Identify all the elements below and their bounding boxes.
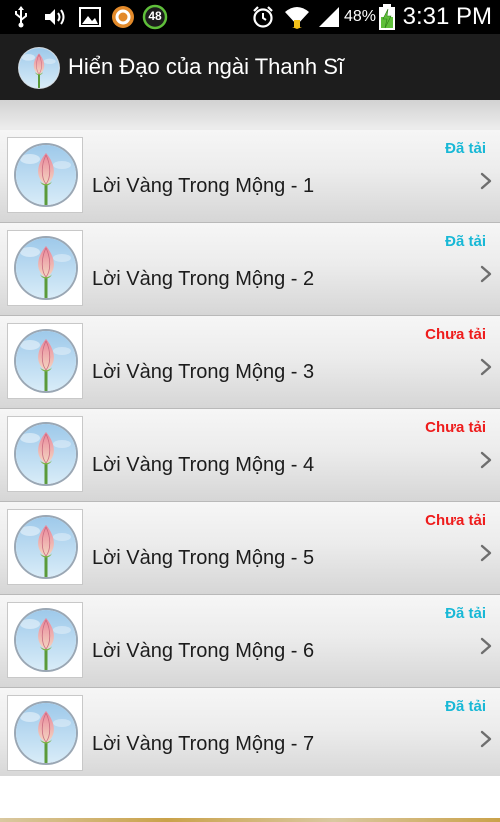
bottom-empty-area [0, 776, 500, 822]
chevron-right-icon [479, 265, 493, 283]
list-item[interactable]: Lời Vàng Trong Mộng - 2 Đã tải [0, 223, 500, 316]
download-status-badge: Đã tải [445, 605, 486, 622]
download-status-badge: Đã tải [445, 698, 486, 715]
list-item[interactable]: Lời Vàng Trong Mộng - 4 Chưa tải [0, 409, 500, 502]
chevron-right-icon [479, 544, 493, 562]
signal-icon [316, 5, 342, 29]
clock-time: 3:31 PM [402, 3, 492, 30]
lotus-icon[interactable] [19, 48, 59, 88]
image-icon [78, 5, 102, 29]
episode-list[interactable]: Lời Vàng Trong Mộng - 1 Đã tải Lời Vàng … [0, 100, 500, 781]
lotus-icon [16, 703, 76, 763]
download-status-badge: Chưa tải [425, 512, 486, 529]
item-title: Lời Vàng Trong Mộng - 7 [92, 733, 315, 755]
item-thumbnail [7, 416, 83, 492]
item-title: Lời Vàng Trong Mộng - 5 [92, 547, 315, 569]
bottom-banner-edge [0, 818, 500, 822]
item-thumbnail [7, 323, 83, 399]
lotus-icon [16, 424, 76, 484]
status-bar: 48 48% 3:31 PM [0, 0, 500, 34]
list-item[interactable]: Lời Vàng Trong Mộng - 7 Đã tải [0, 688, 500, 781]
item-title: Lời Vàng Trong Mộng - 3 [92, 361, 315, 383]
list-item[interactable]: Lời Vàng Trong Mộng - 1 Đã tải [0, 130, 500, 223]
lotus-icon [16, 517, 76, 577]
badge-48-icon: 48 [142, 4, 168, 30]
wifi-icon [282, 5, 312, 29]
download-status-badge: Đã tải [445, 233, 486, 250]
list-item[interactable]: Lời Vàng Trong Mộng - 6 Đã tải [0, 595, 500, 688]
lotus-icon [16, 610, 76, 670]
volume-icon [42, 5, 68, 29]
item-thumbnail [7, 509, 83, 585]
battery-charging-icon [377, 4, 397, 30]
chevron-right-icon [479, 730, 493, 748]
chevron-right-icon [479, 637, 493, 655]
chevron-right-icon [479, 451, 493, 469]
battery-percent: 48% [344, 8, 377, 25]
item-thumbnail [7, 602, 83, 678]
lotus-icon [16, 145, 76, 205]
chevron-right-icon [479, 358, 493, 376]
lotus-icon [16, 331, 76, 391]
usb-icon [12, 5, 30, 29]
item-thumbnail [7, 230, 83, 306]
app-title: Hiển Đạo của ngài Thanh Sĩ [68, 54, 344, 79]
list-item[interactable]: Lời Vàng Trong Mộng - 3 Chưa tải [0, 316, 500, 409]
download-status-badge: Chưa tải [425, 326, 486, 343]
app-notification-icon [110, 5, 136, 29]
item-title: Lời Vàng Trong Mộng - 1 [92, 175, 315, 197]
item-thumbnail [7, 695, 83, 771]
notification-badge-count: 48 [148, 9, 162, 23]
list-top-shadow [0, 100, 500, 128]
download-status-badge: Chưa tải [425, 419, 486, 436]
item-title: Lời Vàng Trong Mộng - 6 [92, 640, 315, 662]
item-thumbnail [7, 137, 83, 213]
app-bar: Hiển Đạo của ngài Thanh Sĩ [0, 34, 500, 100]
chevron-right-icon [479, 172, 493, 190]
alarm-icon [250, 5, 276, 29]
download-status-badge: Đã tải [445, 140, 486, 157]
lotus-icon [16, 238, 76, 298]
item-title: Lời Vàng Trong Mộng - 2 [92, 268, 315, 290]
item-title: Lời Vàng Trong Mộng - 4 [92, 454, 315, 476]
list-item[interactable]: Lời Vàng Trong Mộng - 5 Chưa tải [0, 502, 500, 595]
